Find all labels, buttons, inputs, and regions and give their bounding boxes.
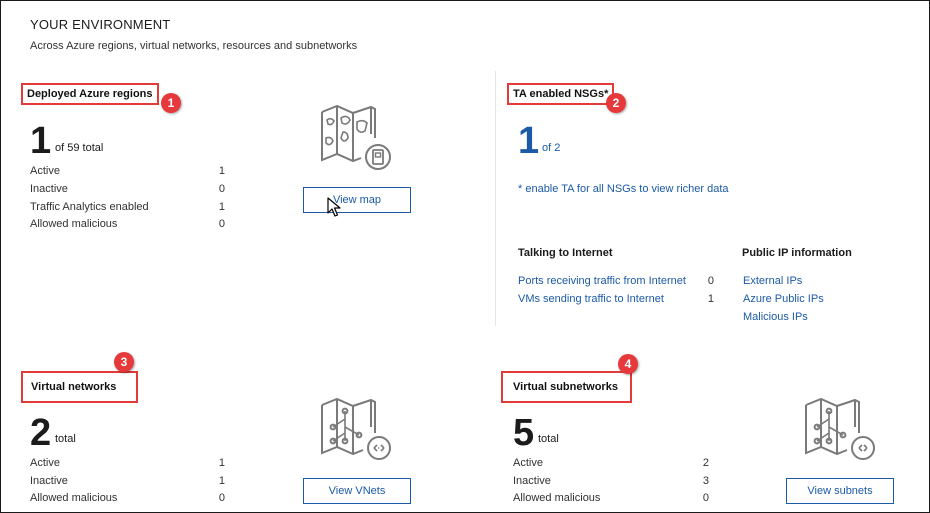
vnets-row-value: 1 — [218, 475, 225, 487]
subnets-row-label: Active — [513, 457, 543, 469]
vnets-of-total: total — [55, 433, 76, 445]
vms-sending-traffic-value: 1 — [707, 293, 714, 305]
subnets-of-total: total — [538, 433, 559, 445]
annotation-badge-1: 1 — [161, 93, 181, 113]
ports-receiving-traffic-value: 0 — [707, 275, 714, 287]
regions-row-label: Allowed malicious — [30, 218, 118, 230]
annotation-badge-4: 4 — [618, 354, 638, 374]
view-vnets-button[interactable]: View VNets — [303, 478, 411, 504]
subnets-count: 5 — [513, 412, 535, 454]
vnets-row-label: Active — [30, 457, 60, 469]
regions-row-value: 0 — [218, 183, 225, 195]
vnet-icon — [319, 397, 395, 463]
regions-count: 1 — [30, 120, 52, 162]
regions-row-value: 1 — [218, 201, 225, 213]
section-divider — [495, 71, 496, 326]
environment-panel: YOUR ENVIRONMENT Across Azure regions, v… — [0, 0, 930, 513]
regions-row-label: Inactive — [30, 183, 68, 195]
subnets-row-label: Inactive — [513, 475, 551, 487]
talking-to-internet-header: Talking to Internet — [518, 247, 613, 259]
subnets-row-label: Allowed malicious — [513, 492, 601, 504]
vnets-row-label: Inactive — [30, 475, 68, 487]
vnets-row-label: Allowed malicious — [30, 492, 118, 504]
azure-public-ips-link[interactable]: Azure Public IPs — [743, 293, 824, 305]
annotation-badge-3: 3 — [114, 352, 134, 372]
nsgs-title: TA enabled NSGs* — [507, 83, 615, 105]
subnets-title: Virtual subnetworks — [501, 371, 632, 403]
nsgs-of-total: of 2 — [542, 142, 561, 154]
nsgs-count: 1 — [518, 120, 540, 162]
public-ip-header: Public IP information — [742, 247, 852, 259]
regions-row-label: Traffic Analytics enabled — [30, 201, 149, 213]
page-subtitle: Across Azure regions, virtual networks, … — [30, 40, 358, 52]
vnets-count: 2 — [30, 412, 52, 454]
vnets-row-value: 0 — [218, 492, 225, 504]
vnets-row-value: 1 — [218, 457, 225, 469]
vms-sending-traffic-link[interactable]: VMs sending traffic to Internet — [518, 293, 664, 305]
malicious-ips-link[interactable]: Malicious IPs — [743, 311, 808, 323]
external-ips-link[interactable]: External IPs — [743, 275, 802, 287]
regions-row-value: 0 — [218, 218, 225, 230]
subnets-row-value: 2 — [702, 457, 709, 469]
map-icon — [319, 104, 395, 170]
ports-receiving-traffic-link[interactable]: Ports receiving traffic from Internet — [518, 275, 686, 287]
view-subnets-button[interactable]: View subnets — [786, 478, 894, 504]
vnets-title: Virtual networks — [21, 371, 139, 403]
mouse-cursor-icon — [327, 197, 341, 222]
regions-row-label: Active — [30, 165, 60, 177]
subnet-icon — [803, 397, 879, 463]
enable-ta-link[interactable]: * enable TA for all NSGs to view richer … — [518, 183, 729, 195]
annotation-badge-2: 2 — [606, 93, 626, 113]
regions-title: Deployed Azure regions — [21, 83, 159, 105]
regions-of-total: of 59 total — [55, 142, 104, 154]
subnets-row-value: 0 — [702, 492, 709, 504]
subnets-row-value: 3 — [702, 475, 709, 487]
regions-row-value: 1 — [218, 165, 225, 177]
page-title: YOUR ENVIRONMENT — [30, 17, 171, 32]
view-map-button[interactable]: View map — [303, 187, 411, 213]
